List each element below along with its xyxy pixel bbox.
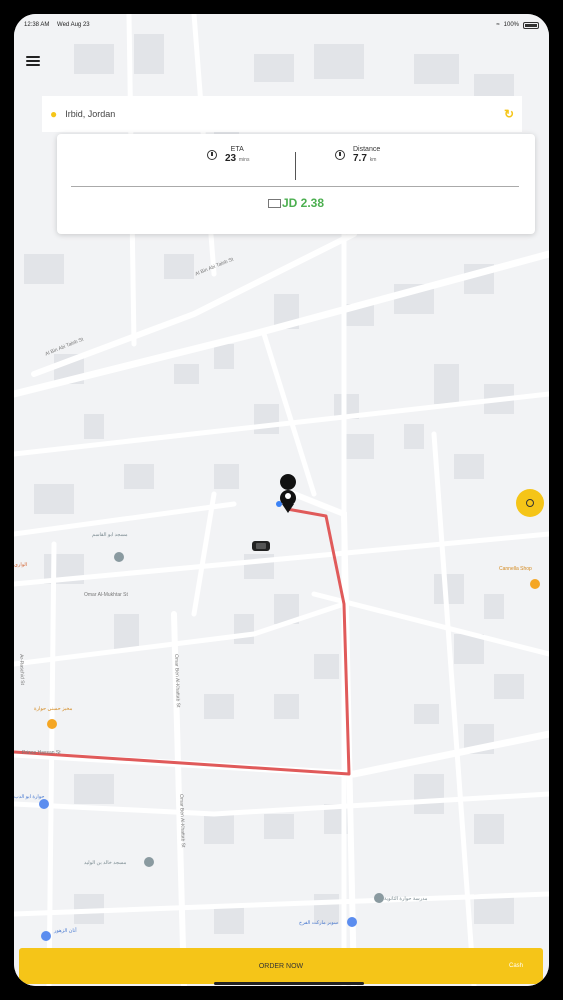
eta-label: ETA: [230, 146, 244, 153]
app-screen: 12:38 AM Wed Aug 23 ≈ 100% ● Irbid, Jord…: [14, 14, 549, 986]
street-label: Ar-Raschid St: [18, 654, 26, 686]
distance-value: 7.7: [353, 153, 367, 164]
distance-label: Distance: [353, 146, 381, 153]
distance-unit: km: [369, 157, 377, 163]
divider: [295, 152, 296, 180]
eta-value: 23: [225, 153, 237, 164]
poi-label: مسجد ابو القاسم: [92, 532, 128, 538]
distance-stat: Distance 7.7 km: [335, 146, 380, 164]
poi-label: حوارة ابو الدب: [14, 794, 45, 800]
order-now-label: ORDER NOW: [258, 962, 304, 970]
cash-icon: [267, 199, 281, 209]
divider: [71, 186, 519, 187]
price-row: JD 2.38: [57, 196, 535, 210]
location-pin-icon: ●: [50, 107, 58, 121]
street-label: Omar Al-Mukhtar St: [84, 592, 128, 598]
poi-label: سوبر ماركت الفرح: [299, 920, 339, 926]
poi-label: الواري: [14, 562, 28, 568]
battery-percent: 100%: [503, 22, 519, 28]
location-text: Irbid, Jordan: [65, 109, 116, 119]
poi-label: أنان الزهور: [54, 928, 77, 934]
status-date: Wed Aug 23: [57, 22, 90, 28]
distance-icon: [335, 150, 345, 160]
poi-label: Cannella Shop: [499, 566, 532, 572]
poi-label: مسجد خالد بن الوليد: [84, 860, 127, 866]
status-bar: 12:38 AM Wed Aug 23 ≈ 100%: [14, 14, 549, 36]
poi-label: مخبز حسني حوارة: [34, 706, 73, 712]
timer-icon: [207, 150, 217, 160]
location-bar[interactable]: ● Irbid, Jordan ↻: [42, 96, 522, 132]
refresh-icon[interactable]: ↻: [504, 107, 514, 121]
status-time: 12:38 AM: [24, 22, 50, 28]
street-label: Prince Hassan St: [22, 750, 61, 756]
menu-icon[interactable]: [26, 54, 40, 68]
home-indicator: [214, 982, 364, 985]
price-value: JD 2.38: [281, 196, 325, 210]
battery-icon: [523, 21, 539, 29]
crosshair-icon: [526, 499, 534, 507]
wifi-icon: ≈: [496, 22, 500, 28]
trip-info-card: ETA 23 mins Distance 7.7 km JD 2.38: [57, 134, 535, 234]
eta-stat: ETA 23 mins: [207, 146, 249, 164]
order-now-button[interactable]: ORDER NOW Cash: [19, 948, 543, 984]
eta-unit: mins: [238, 157, 250, 163]
payment-method[interactable]: Cash: [509, 963, 523, 969]
poi-label: مدرسة حوارة الثانوية: [384, 896, 428, 902]
my-location-button[interactable]: [516, 489, 544, 517]
